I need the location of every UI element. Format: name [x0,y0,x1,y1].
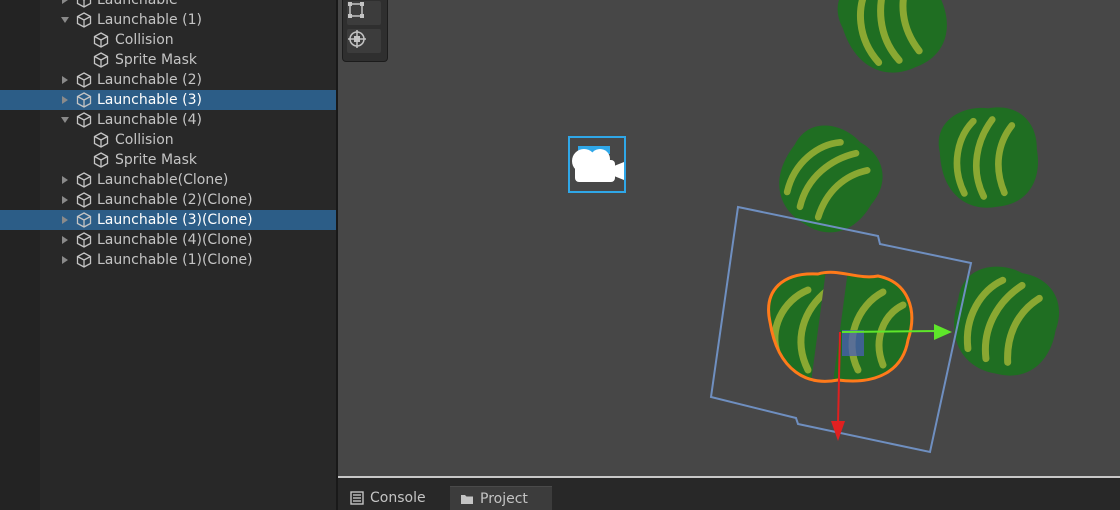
expand-down-icon[interactable] [60,15,70,25]
tab-console-label: Console [370,490,426,506]
gameobject-cube-icon [76,232,92,248]
hierarchy-item-label: Launchable [97,0,178,8]
hierarchy-item[interactable]: Launchable (4) [0,110,336,130]
gameobject-cube-icon [93,32,109,48]
hierarchy-item-label: Launchable (3)(Clone) [97,212,253,228]
gameobject-cube-icon [93,52,109,68]
hierarchy-item[interactable]: Collision [0,130,336,150]
hierarchy-item-label: Launchable (1)(Clone) [97,252,253,268]
gameobject-cube-icon [76,72,92,88]
hierarchy-item-label: Launchable (2)(Clone) [97,192,253,208]
camera-gizmo[interactable] [568,136,626,193]
expand-right-icon[interactable] [60,0,70,5]
gameobject-cube-icon [76,0,92,8]
tab-project[interactable]: Project [450,486,552,510]
hierarchy-item[interactable]: Launchable (4)(Clone) [0,230,336,250]
tab-project-label: Project [480,490,528,507]
console-icon [350,491,364,505]
hierarchy-item-label: Launchable (3) [97,92,202,108]
gameobject-cube-icon [76,112,92,128]
hierarchy-item[interactable]: Launchable (3)(Clone) [0,210,336,230]
hierarchy-item-label: Sprite Mask [115,152,198,168]
watermelon-sprite[interactable] [760,111,898,249]
watermelon-sprite[interactable] [827,0,960,86]
gameobject-cube-icon [76,92,92,108]
hierarchy-item-label: Collision [115,132,174,148]
hierarchy-item[interactable]: Launchable [0,0,336,10]
rect-tool-icon[interactable] [347,1,381,25]
gameobject-cube-icon [93,132,109,148]
hierarchy-item-label: Launchable (4)(Clone) [97,232,253,248]
hierarchy-item[interactable]: Launchable (2) [0,70,336,90]
expand-right-icon[interactable] [60,195,70,205]
gameobject-cube-icon [93,152,109,168]
hierarchy-item[interactable]: Sprite Mask [0,150,336,170]
watermelon-sprite[interactable] [942,257,1069,386]
hierarchy-item-label: Launchable (1) [97,12,202,28]
hierarchy-item[interactable]: Launchable(Clone) [0,170,336,190]
scene-canvas[interactable] [338,0,1120,476]
scene-view[interactable] [338,0,1120,476]
hierarchy-item-label: Launchable (4) [97,112,202,128]
hierarchy-item[interactable]: Collision [0,30,336,50]
hierarchy-item-label: Sprite Mask [115,52,198,68]
transform-tool-icon[interactable] [347,29,381,53]
hierarchy-panel: Launchable Launchable (1) Collision Sprite … [0,0,336,510]
expand-right-icon[interactable] [60,255,70,265]
expand-right-icon[interactable] [60,215,70,225]
expand-right-icon[interactable] [60,95,70,105]
hierarchy-item[interactable]: Launchable (2)(Clone) [0,190,336,210]
expand-right-icon[interactable] [60,235,70,245]
scene-tools-overlay [342,0,388,62]
folder-icon [461,494,473,504]
hierarchy-item-label: Launchable(Clone) [97,172,229,188]
gameobject-cube-icon [76,252,92,268]
hierarchy-item-label: Collision [115,32,174,48]
expand-down-icon[interactable] [60,115,70,125]
expand-right-icon[interactable] [60,175,70,185]
hierarchy-item[interactable]: Launchable (1)(Clone) [0,250,336,270]
hierarchy-item[interactable]: Launchable (1) [0,10,336,30]
gameobject-cube-icon [76,212,92,228]
hierarchy-item[interactable]: Sprite Mask [0,50,336,70]
hierarchy-item-label: Launchable (2) [97,72,202,88]
tab-console[interactable]: Console [340,486,436,510]
gameobject-cube-icon [76,12,92,28]
gameobject-cube-icon [76,172,92,188]
gameobject-cube-icon [76,192,92,208]
bottom-tab-bar: Console Project [338,478,1120,510]
watermelon-sprite[interactable] [936,103,1042,212]
hierarchy-item[interactable]: Launchable (3) [0,90,336,110]
expand-right-icon[interactable] [60,75,70,85]
